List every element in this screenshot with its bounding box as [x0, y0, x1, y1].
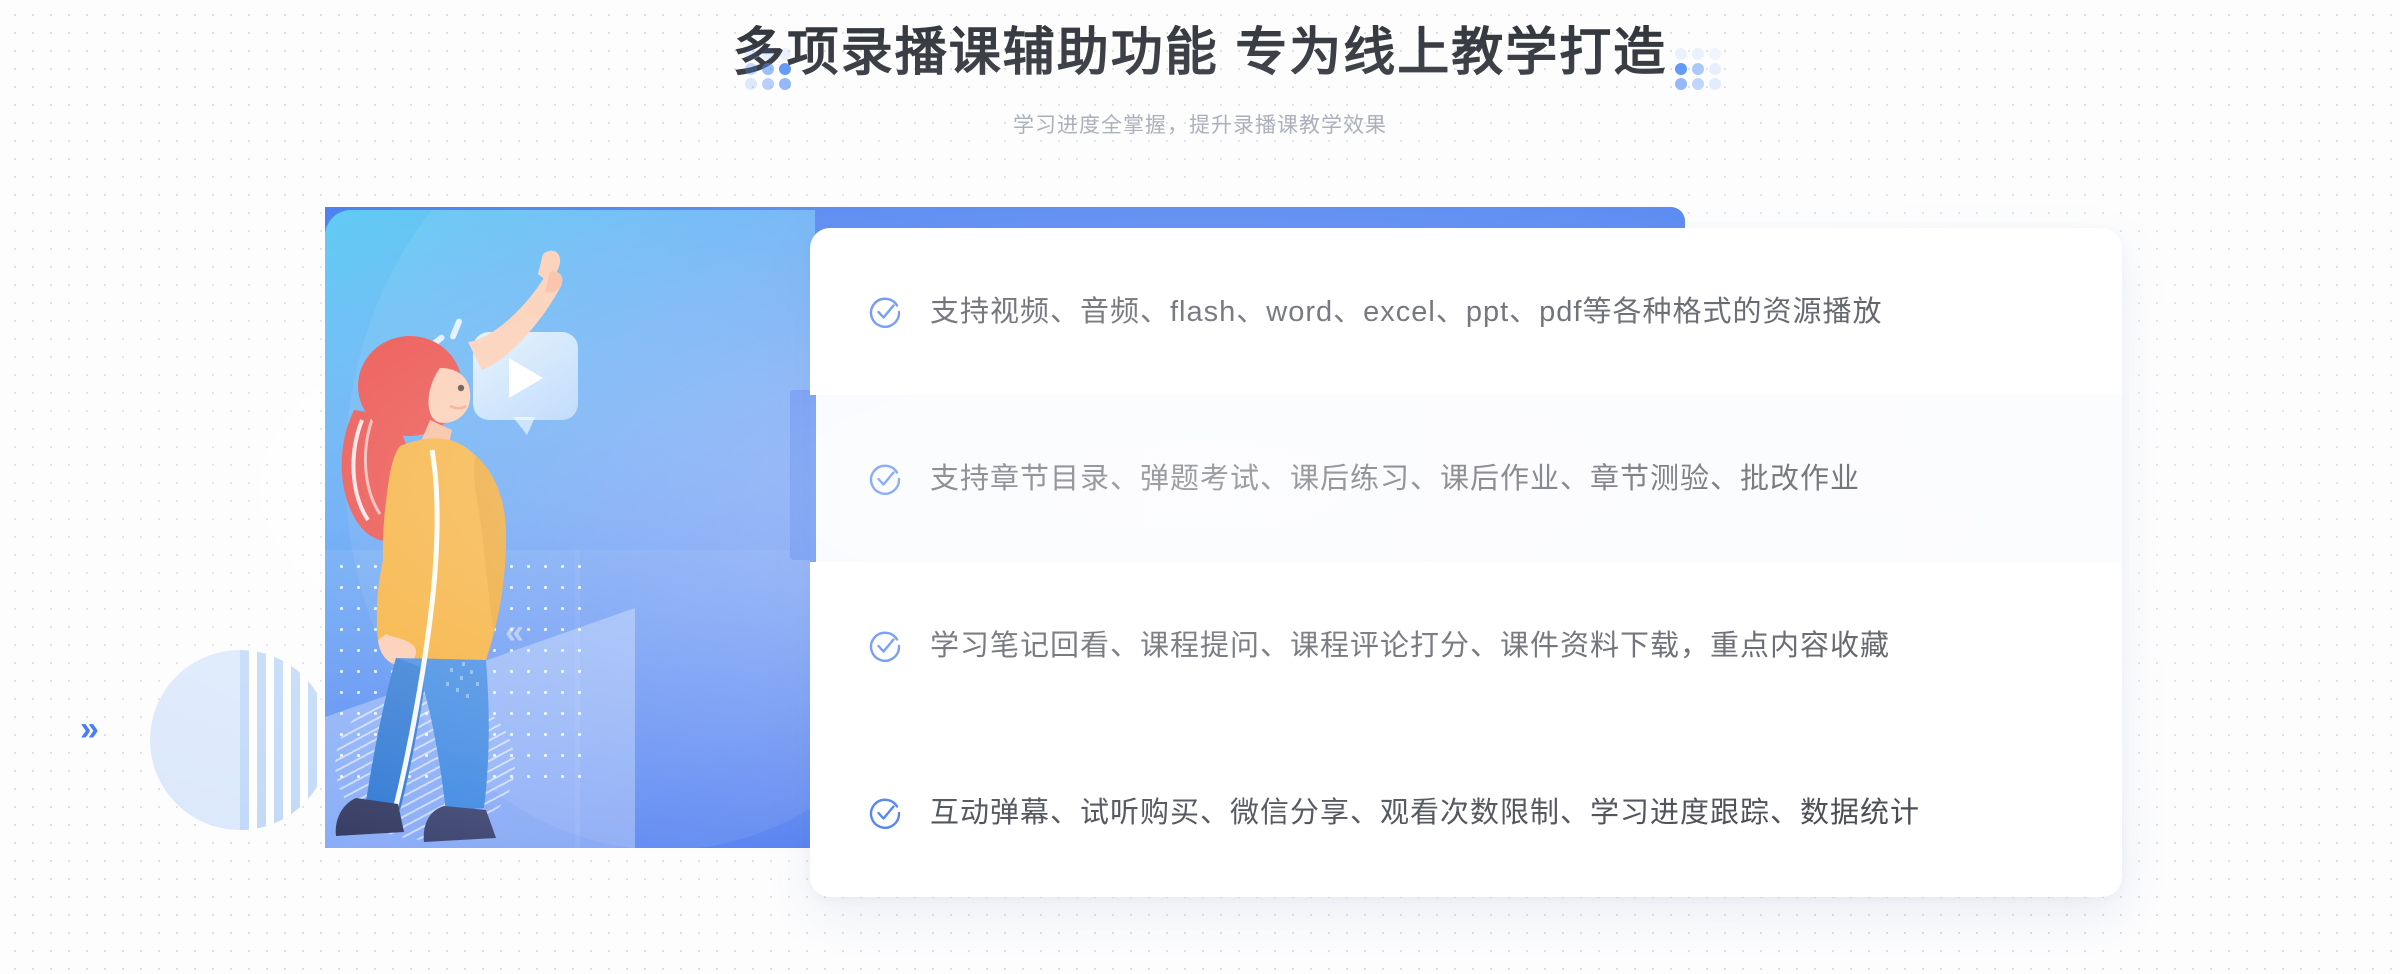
- feature-row[interactable]: 互动弹幕、试听购买、微信分享、观看次数限制、学习进度跟踪、数据统计: [810, 729, 2122, 896]
- page-stage: 多项录播课辅助功能 专为线上教学打造 学习进度全掌握，提升录播课教学效果 » «…: [0, 0, 2400, 974]
- feature-row[interactable]: 支持视频、音频、flash、word、excel、ppt、pdf等各种格式的资源…: [810, 228, 2122, 395]
- decorative-dot-grid-right: [1675, 48, 1723, 90]
- feature-text: 支持视频、音频、flash、word、excel、ppt、pdf等各种格式的资源…: [930, 295, 1883, 328]
- person-illustration: [300, 220, 630, 860]
- double-chevron-right-icon: »: [80, 710, 99, 748]
- feature-text: 支持章节目录、弹题考试、课后练习、课后作业、章节测验、批改作业: [930, 462, 1861, 495]
- feature-text: 互动弹幕、试听购买、微信分享、观看次数限制、学习进度跟踪、数据统计: [930, 796, 1921, 829]
- page-title: 多项录播课辅助功能 专为线上教学打造: [732, 24, 1668, 82]
- feature-row[interactable]: 支持章节目录、弹题考试、课后练习、课后作业、章节测验、批改作业: [810, 395, 2122, 562]
- check-circle-icon: [869, 798, 901, 829]
- page-header: 多项录播课辅助功能 专为线上教学打造 学习进度全掌握，提升录播课教学效果: [0, 0, 2400, 170]
- check-circle-icon: [869, 464, 901, 495]
- decorative-dot-grid-left: [745, 48, 793, 90]
- feature-text: 学习笔记回看、课程提问、课程评论打分、课件资料下载，重点内容收藏: [930, 629, 1891, 662]
- check-circle-icon: [869, 297, 901, 328]
- page-subtitle: 学习进度全掌握，提升录播课教学效果: [1013, 114, 1387, 137]
- feature-card: 支持视频、音频、flash、word、excel、ppt、pdf等各种格式的资源…: [810, 228, 2122, 897]
- check-circle-icon: [869, 631, 901, 662]
- feature-row[interactable]: 学习笔记回看、课程提问、课程评论打分、课件资料下载，重点内容收藏: [810, 562, 2122, 729]
